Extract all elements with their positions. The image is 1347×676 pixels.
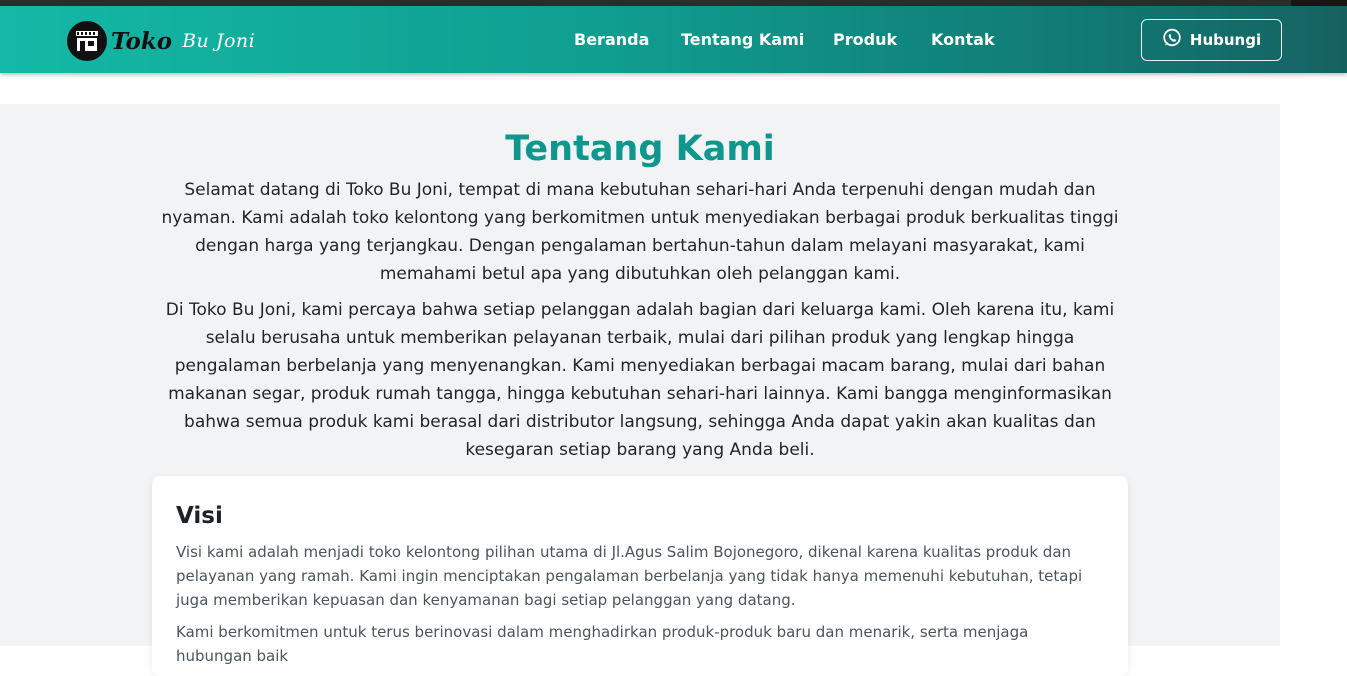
nav-link-produk[interactable]: Produk: [833, 30, 897, 49]
vision-text-2: Kami berkomitmen untuk terus berinovasi …: [176, 623, 1029, 665]
nav-link-tentang-kami[interactable]: Tentang Kami: [681, 30, 804, 49]
page-title: Tentang Kami: [505, 129, 775, 169]
about-paragraph-1: Selamat datang di Toko Bu Joni, tempat d…: [161, 180, 1119, 284]
hubungi-label: Hubungi: [1189, 31, 1262, 49]
logo[interactable]: Toko Bu Joni: [67, 21, 255, 61]
nav-link-beranda[interactable]: Beranda: [574, 30, 649, 49]
nav-link-kontak[interactable]: Kontak: [931, 30, 995, 49]
page-margin-right: [1280, 104, 1347, 646]
logo-text: Toko: [111, 27, 173, 55]
navbar: Toko Bu Joni Beranda Tentang Kami Produk…: [0, 6, 1347, 73]
hubungi-button[interactable]: Hubungi: [1141, 19, 1282, 61]
vision-title: Visi: [176, 503, 223, 529]
whatsapp-icon: [1162, 28, 1182, 52]
store-icon: [67, 21, 107, 61]
vision-card: Visi Visi kami adalah menjadi toko kelon…: [152, 476, 1128, 676]
logo-script: Bu Joni: [182, 30, 256, 52]
vision-text-1: Visi kami adalah menjadi toko kelontong …: [176, 543, 1083, 609]
about-paragraph-2: Di Toko Bu Joni, kami percaya bahwa seti…: [165, 300, 1115, 460]
